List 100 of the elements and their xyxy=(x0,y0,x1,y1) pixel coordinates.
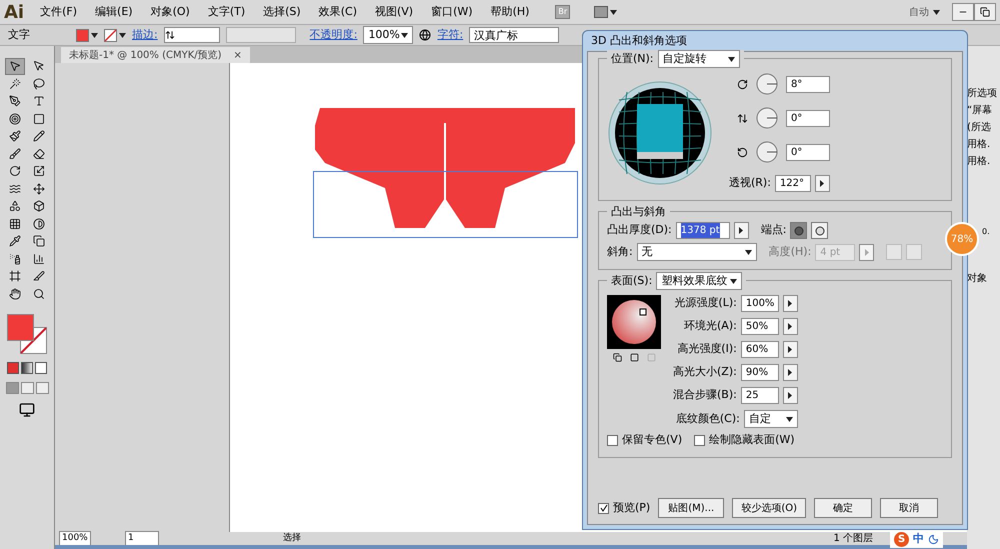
cap-circle-icon xyxy=(794,226,804,236)
input-field[interactable]: 0° xyxy=(786,110,830,126)
menu-item[interactable]: 编辑(E) xyxy=(95,4,133,20)
magic-wand-icon xyxy=(9,78,21,90)
caret-icon xyxy=(119,32,126,38)
stroke-link[interactable]: 描边: xyxy=(132,26,158,44)
dialog-button[interactable]: 确定 xyxy=(814,498,872,518)
panel-text: 所选项 xyxy=(967,86,998,101)
surface-field-label: 高光强度(I): xyxy=(677,341,737,358)
new-light-icon[interactable] xyxy=(630,353,638,362)
input-field[interactable]: 25 xyxy=(740,387,779,404)
caret-icon xyxy=(401,32,408,38)
input-field[interactable]: 100% xyxy=(740,295,779,312)
rotate-axis-icon xyxy=(736,78,748,90)
checkbox[interactable] xyxy=(607,434,618,446)
restore-button[interactable] xyxy=(974,3,996,21)
dialog-button[interactable]: 贴图(M)... xyxy=(658,498,724,518)
cap-toggle[interactable] xyxy=(790,222,808,239)
height-label: 高度(H): xyxy=(768,244,812,260)
angle-dial[interactable] xyxy=(756,73,778,95)
angle-dial[interactable] xyxy=(756,107,778,129)
fill-swatch[interactable] xyxy=(76,28,98,42)
gradient-mode-button[interactable] xyxy=(21,362,33,374)
opacity-link[interactable]: 不透明度: xyxy=(310,26,358,44)
panel-text: 用格. xyxy=(967,154,992,169)
stepper-button[interactable] xyxy=(782,341,798,358)
panel-text: “屏幕 xyxy=(967,104,994,118)
input-field[interactable]: 122° xyxy=(774,175,811,192)
target-icon xyxy=(9,112,21,125)
square-icon xyxy=(33,112,45,125)
selection-box[interactable] xyxy=(313,171,578,238)
stepper-button[interactable] xyxy=(782,387,798,404)
cap-toggle[interactable] xyxy=(811,222,828,239)
angle-dial[interactable] xyxy=(756,141,778,163)
menu-item[interactable]: 选择(S) xyxy=(263,4,301,20)
light-back-icon[interactable] xyxy=(612,353,622,362)
draw-mode-button[interactable] xyxy=(20,382,34,394)
document-tab[interactable]: 未标题-1* @ 100% (CMYK/预览) × xyxy=(61,47,250,63)
stroke-weight-field[interactable] xyxy=(164,27,220,43)
color-mode-button[interactable] xyxy=(7,362,19,374)
dropdown[interactable]: 无 xyxy=(636,243,757,261)
tab-close-button[interactable]: × xyxy=(234,48,242,62)
input-field[interactable]: 60% xyxy=(740,341,779,358)
menu-item[interactable]: 文字(T) xyxy=(208,4,246,20)
arrow-pointer-icon xyxy=(9,60,21,72)
position-label: 位置(N): xyxy=(611,50,654,67)
input-field[interactable]: 0° xyxy=(786,144,830,160)
checkbox[interactable] xyxy=(598,502,609,514)
none-mode-button[interactable] xyxy=(35,362,47,374)
stepper-button[interactable] xyxy=(782,295,798,312)
font-field[interactable]: 汉真广标 xyxy=(469,27,560,43)
input-field[interactable]: 50% xyxy=(740,318,779,335)
input-field[interactable]: 90% xyxy=(740,364,779,381)
input-field[interactable]: 1378 pt xyxy=(676,222,730,239)
lasso-icon xyxy=(33,78,45,90)
layout-icon[interactable] xyxy=(594,6,618,18)
menu-item[interactable]: 窗口(W) xyxy=(431,4,473,20)
globe-icon[interactable] xyxy=(419,29,432,41)
lighting-sphere-preview[interactable] xyxy=(607,295,661,349)
bevel-label: 斜角: xyxy=(607,244,633,260)
moon-icon[interactable] xyxy=(928,534,940,544)
eraser-icon xyxy=(33,148,45,160)
selection-label: 文字 xyxy=(8,26,30,43)
fill-stroke-swatch-drawing[interactable] xyxy=(7,314,47,354)
stepper-button[interactable] xyxy=(814,175,830,192)
checkbox[interactable] xyxy=(694,434,706,446)
scale-icon xyxy=(33,165,45,178)
play-arrow-icon xyxy=(788,346,792,353)
input-field[interactable]: 8° xyxy=(786,76,830,92)
play-arrow-icon xyxy=(739,227,744,234)
dropdown[interactable]: 100% xyxy=(363,26,414,44)
menu-item[interactable]: 效果(C) xyxy=(318,4,357,20)
dropdown[interactable]: 自定旋转 xyxy=(658,50,740,68)
rotate-axis-icon xyxy=(736,146,748,158)
panel-text: (所选 xyxy=(967,120,992,135)
dialog-button[interactable]: 取消 xyxy=(880,498,938,518)
eyedropper-icon xyxy=(9,235,21,248)
menu-item[interactable]: 文件(F) xyxy=(40,4,78,20)
ime-mode[interactable]: 中 xyxy=(913,530,924,548)
trackball-cube-preview[interactable] xyxy=(607,80,713,186)
stepper-button[interactable] xyxy=(734,222,749,239)
contrast-circle-icon xyxy=(33,218,45,230)
menu-item[interactable]: 帮助(H) xyxy=(490,4,530,20)
dialog-button[interactable]: 较少选项(O) xyxy=(732,498,806,518)
copy-squares-icon xyxy=(33,235,45,248)
stepper-button[interactable] xyxy=(782,318,798,335)
workspace-switcher[interactable]: 自动 xyxy=(909,4,929,20)
screen-mode-icon[interactable] xyxy=(19,402,35,418)
dropdown[interactable]: 自定 xyxy=(744,410,798,428)
character-link[interactable]: 字符: xyxy=(437,26,464,44)
speed-reading: 0. xyxy=(982,226,990,238)
play-arrow-icon xyxy=(788,300,792,307)
panel-text: 对象 xyxy=(967,272,988,286)
menu-item[interactable]: 视图(V) xyxy=(374,4,414,20)
restore-icon xyxy=(980,7,990,17)
stepper-button[interactable] xyxy=(782,364,798,381)
dropdown[interactable]: 塑料效果底纹 xyxy=(656,272,742,290)
menu-item[interactable]: 对象(O) xyxy=(150,4,190,20)
stroke-swatch[interactable] xyxy=(104,28,126,42)
draw-mode-button[interactable] xyxy=(36,382,48,394)
